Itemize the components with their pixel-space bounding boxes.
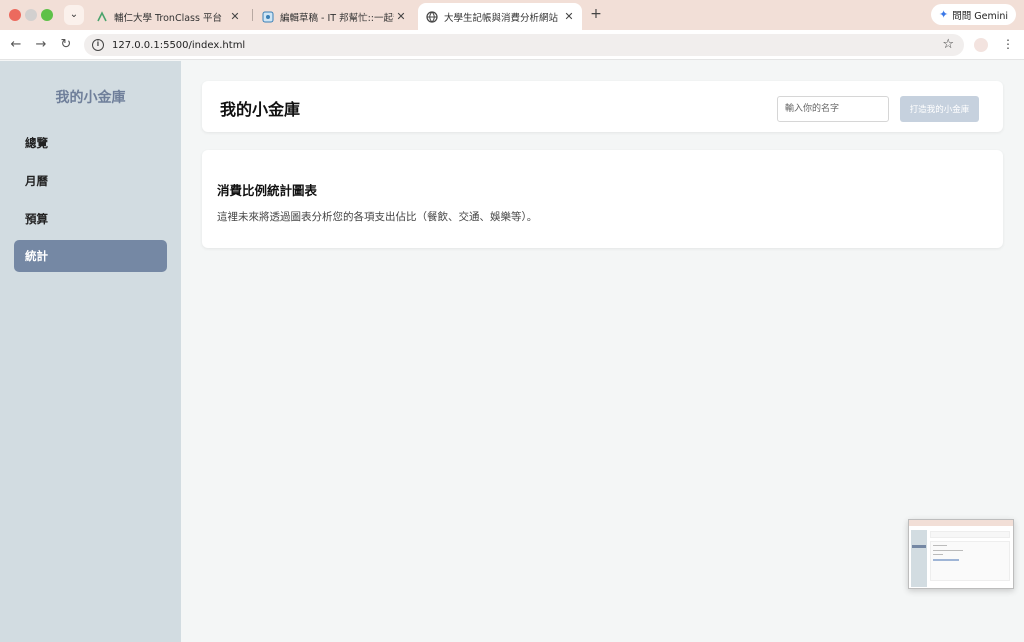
sidebar: 我的小金庫 總覽 月曆 預算 統計 [0,61,181,642]
back-arrow-icon[interactable]: ← [7,36,25,54]
window-minimize-button[interactable] [25,9,37,21]
tab-title: 大學生記帳與消費分析網站 [444,12,559,24]
header-card: 我的小金庫 打造我的小金庫 [202,81,1003,132]
thumb-line [933,550,963,551]
tab-title: 編輯草稿 - IT 邦幫忙::一起幫忙解決難題 [280,12,394,24]
window-close-button[interactable] [9,9,21,21]
thumb-bar [933,559,959,561]
bookmark-star-icon[interactable]: ☆ [942,37,954,52]
sidebar-brand: 我的小金庫 [55,90,126,106]
create-vault-button[interactable]: 打造我的小金庫 [900,96,979,122]
gemini-label: 問問 Gemini [952,10,1008,22]
sidebar-item-calendar[interactable]: 月曆 [14,165,167,197]
close-icon[interactable]: ✕ [394,10,408,23]
sidebar-item-budget[interactable]: 預算 [14,203,167,235]
gemini-sparkle-icon: ✦ [939,8,949,21]
browser-tab-tronclass[interactable]: 輔仁大學 TronClass 平台 ✕ [88,3,248,30]
more-menu-icon[interactable]: ⋮ [1002,37,1014,51]
thumb-tabbar [909,520,1013,526]
thumb-content [930,541,1010,581]
page-title: 我的小金庫 [220,100,301,119]
web-page: 我的小金庫 總覽 月曆 預算 統計 我的小金庫 打造我的小金庫 消費比例統計圖表… [0,61,1024,642]
thumb-active-item [912,545,926,548]
thumb-line [933,545,947,546]
browser-tab-bar: ⌄ 輔仁大學 TronClass 平台 ✕ 編輯草稿 - IT 邦幫忙::一起幫… [0,0,1024,30]
thumb-sidebar [911,530,927,587]
browser-toolbar: ← → ↻ i 127.0.0.1:5500/index.html ☆ ⋮ [0,30,1024,60]
globe-icon [426,10,438,23]
browser-tab-active[interactable]: 大學生記帳與消費分析網站 ✕ [418,3,582,30]
address-bar[interactable]: i 127.0.0.1:5500/index.html ☆ [84,34,964,56]
reload-icon[interactable]: ↻ [57,36,75,54]
window-preview-thumbnail[interactable] [908,519,1014,589]
tab-divider [252,9,253,21]
thumb-line [933,554,943,555]
sidebar-item-overview[interactable]: 總覽 [14,127,167,159]
name-input[interactable] [777,96,889,122]
profile-avatar-icon[interactable] [974,38,988,52]
main-content: 我的小金庫 打造我的小金庫 消費比例統計圖表 這裡未來將透過圖表分析您的各項支出… [181,61,1024,642]
ithelp-icon [262,11,274,23]
section-description: 這裡未來將透過圖表分析您的各項支出佔比（餐飲、交通、娛樂等）。 [217,211,538,223]
site-info-icon[interactable]: i [92,39,104,51]
window-zoom-button[interactable] [41,9,53,21]
thumb-header [930,531,1010,538]
url-text: 127.0.0.1:5500/index.html [112,39,246,51]
forward-arrow-icon[interactable]: → [32,36,50,54]
sidebar-item-stats[interactable]: 統計 [14,240,167,272]
tab-title: 輔仁大學 TronClass 平台 [114,12,222,24]
close-icon[interactable]: ✕ [228,10,242,23]
tab-search-button[interactable]: ⌄ [64,5,84,25]
section-title: 消費比例統計圖表 [217,183,318,198]
tronclass-icon [96,10,108,23]
ask-gemini-button[interactable]: ✦ 問問 Gemini [931,4,1016,25]
close-icon[interactable]: ✕ [562,10,576,23]
stats-section-card: 消費比例統計圖表 這裡未來將透過圖表分析您的各項支出佔比（餐飲、交通、娛樂等）。 [202,150,1003,248]
browser-tab-ithome[interactable]: 編輯草稿 - IT 邦幫忙::一起幫忙解決難題 ✕ [254,3,414,30]
new-tab-button[interactable]: + [588,5,604,23]
